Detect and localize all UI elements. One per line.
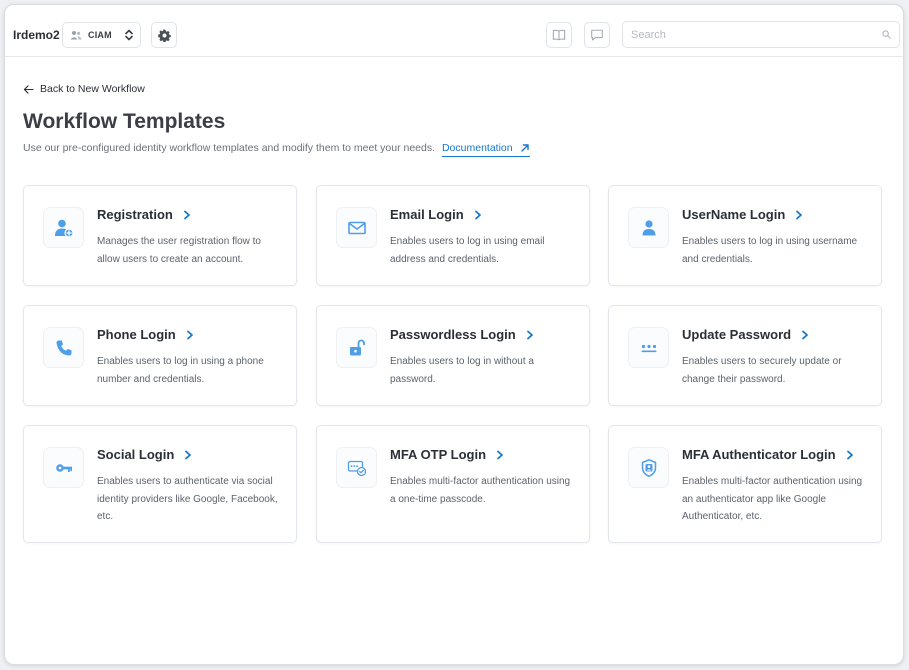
chevron-right-icon	[526, 330, 533, 339]
template-card-mfa-otp-login[interactable]: MFA OTP Login Enables multi-factor authe…	[316, 425, 590, 543]
user-add-icon	[54, 219, 74, 238]
card-description: Enables users to securely update or chan…	[682, 356, 842, 385]
book-open-icon	[552, 29, 566, 41]
otp-check-icon	[347, 460, 366, 476]
chevron-right-icon	[185, 450, 192, 459]
card-title: MFA Authenticator Login	[682, 447, 855, 462]
chevron-right-icon	[802, 330, 808, 339]
card-title-text: Phone Login	[97, 327, 176, 342]
back-link-label: Back to New Workflow	[40, 83, 145, 95]
chevron-right-icon	[183, 210, 190, 219]
template-card-registration[interactable]: Registration Manages the user registrati…	[23, 185, 297, 286]
card-title: Update Password	[682, 327, 810, 342]
user-icon	[642, 219, 655, 235]
template-card-email-login[interactable]: Email Login Enables users to log in usin…	[316, 185, 590, 286]
documentation-link[interactable]: Documentation	[441, 142, 530, 157]
shield-user-icon	[641, 458, 656, 477]
card-description: Enables multi-factor authentication usin…	[390, 476, 571, 505]
external-link-icon	[520, 144, 529, 152]
chat-bubble-icon	[591, 29, 603, 41]
gear-icon	[157, 28, 171, 42]
chevron-right-icon	[846, 450, 853, 459]
card-description: Enables users to authenticate via social…	[97, 476, 278, 522]
card-title-text: Update Password	[682, 327, 792, 342]
documentation-link-label: Documentation	[441, 142, 513, 154]
card-description: Enables users to log in using email addr…	[390, 236, 545, 265]
template-card-update-password[interactable]: Update Password Enables users to securel…	[608, 305, 882, 406]
card-icon-box	[336, 327, 377, 368]
card-title-text: Registration	[97, 207, 173, 222]
card-title-text: Email Login	[390, 207, 464, 222]
template-card-mfa-authenticator-login[interactable]: MFA Authenticator Login Enables multi-fa…	[608, 425, 882, 543]
card-title: UserName Login	[682, 207, 804, 222]
people-icon	[70, 31, 82, 40]
phone-icon	[56, 340, 71, 355]
card-description: Enables users to log in using username a…	[682, 236, 858, 265]
card-icon-box	[628, 327, 669, 368]
card-title-text: Passwordless Login	[390, 327, 516, 342]
card-icon-box	[43, 447, 84, 488]
card-title-text: Social Login	[97, 447, 175, 462]
password-dots-icon	[641, 344, 656, 352]
chevron-right-icon	[474, 210, 481, 219]
card-icon-box	[628, 447, 669, 488]
app-window: Irdemo2 CIAM Search Back to New Workflow…	[4, 4, 904, 665]
template-card-username-login[interactable]: UserName Login Enables users to log in u…	[608, 185, 882, 286]
card-description: Enables multi-factor authentication usin…	[682, 476, 863, 522]
subtitle-text: Use our pre-configured identity workflow…	[23, 142, 436, 154]
card-title: Email Login	[390, 207, 483, 222]
template-card-phone-login[interactable]: Phone Login Enables users to log in usin…	[23, 305, 297, 406]
docs-button[interactable]	[546, 22, 572, 48]
search-icon	[882, 30, 891, 39]
envelope-icon	[347, 221, 366, 234]
page-title: Workflow Templates	[23, 110, 226, 133]
card-description: Enables users to log in without a passwo…	[390, 356, 534, 385]
card-title: Passwordless Login	[390, 327, 535, 342]
search-input[interactable]	[631, 28, 882, 41]
back-link[interactable]: Back to New Workflow	[23, 83, 145, 95]
template-card-passwordless-login[interactable]: Passwordless Login Enables users to log …	[316, 305, 590, 406]
card-title-text: MFA Authenticator Login	[682, 447, 836, 462]
chevron-right-icon	[796, 210, 803, 219]
card-icon-box	[43, 327, 84, 368]
org-name: Irdemo2	[13, 28, 60, 42]
feedback-button[interactable]	[584, 22, 610, 48]
card-icon-box	[336, 447, 377, 488]
card-description: Enables users to log in using a phone nu…	[97, 356, 264, 385]
card-icon-box	[43, 207, 84, 248]
card-icon-box	[628, 207, 669, 248]
card-icon-box	[336, 207, 377, 248]
card-title-text: UserName Login	[682, 207, 786, 222]
unlock-icon	[349, 339, 365, 355]
card-description: Manages the user registration flow to al…	[97, 236, 261, 265]
card-title: MFA OTP Login	[390, 447, 505, 462]
card-title-text: MFA OTP Login	[390, 447, 487, 462]
page-subtitle: Use our pre-configured identity workflow…	[23, 142, 530, 157]
arrow-left-icon	[23, 84, 34, 94]
template-card-social-login[interactable]: Social Login Enables users to authentica…	[23, 425, 297, 543]
chevron-right-icon	[186, 330, 193, 339]
environment-select[interactable]: CIAM	[62, 22, 141, 48]
card-title: Phone Login	[97, 327, 195, 342]
chevron-up-down-icon	[125, 29, 133, 41]
search-box	[622, 21, 900, 48]
environment-label: CIAM	[88, 30, 112, 40]
settings-button[interactable]	[151, 22, 177, 48]
key-icon	[55, 463, 72, 472]
card-title: Social Login	[97, 447, 193, 462]
top-bar: Irdemo2 CIAM	[5, 5, 903, 57]
chevron-right-icon	[497, 450, 503, 459]
card-title: Registration	[97, 207, 192, 222]
